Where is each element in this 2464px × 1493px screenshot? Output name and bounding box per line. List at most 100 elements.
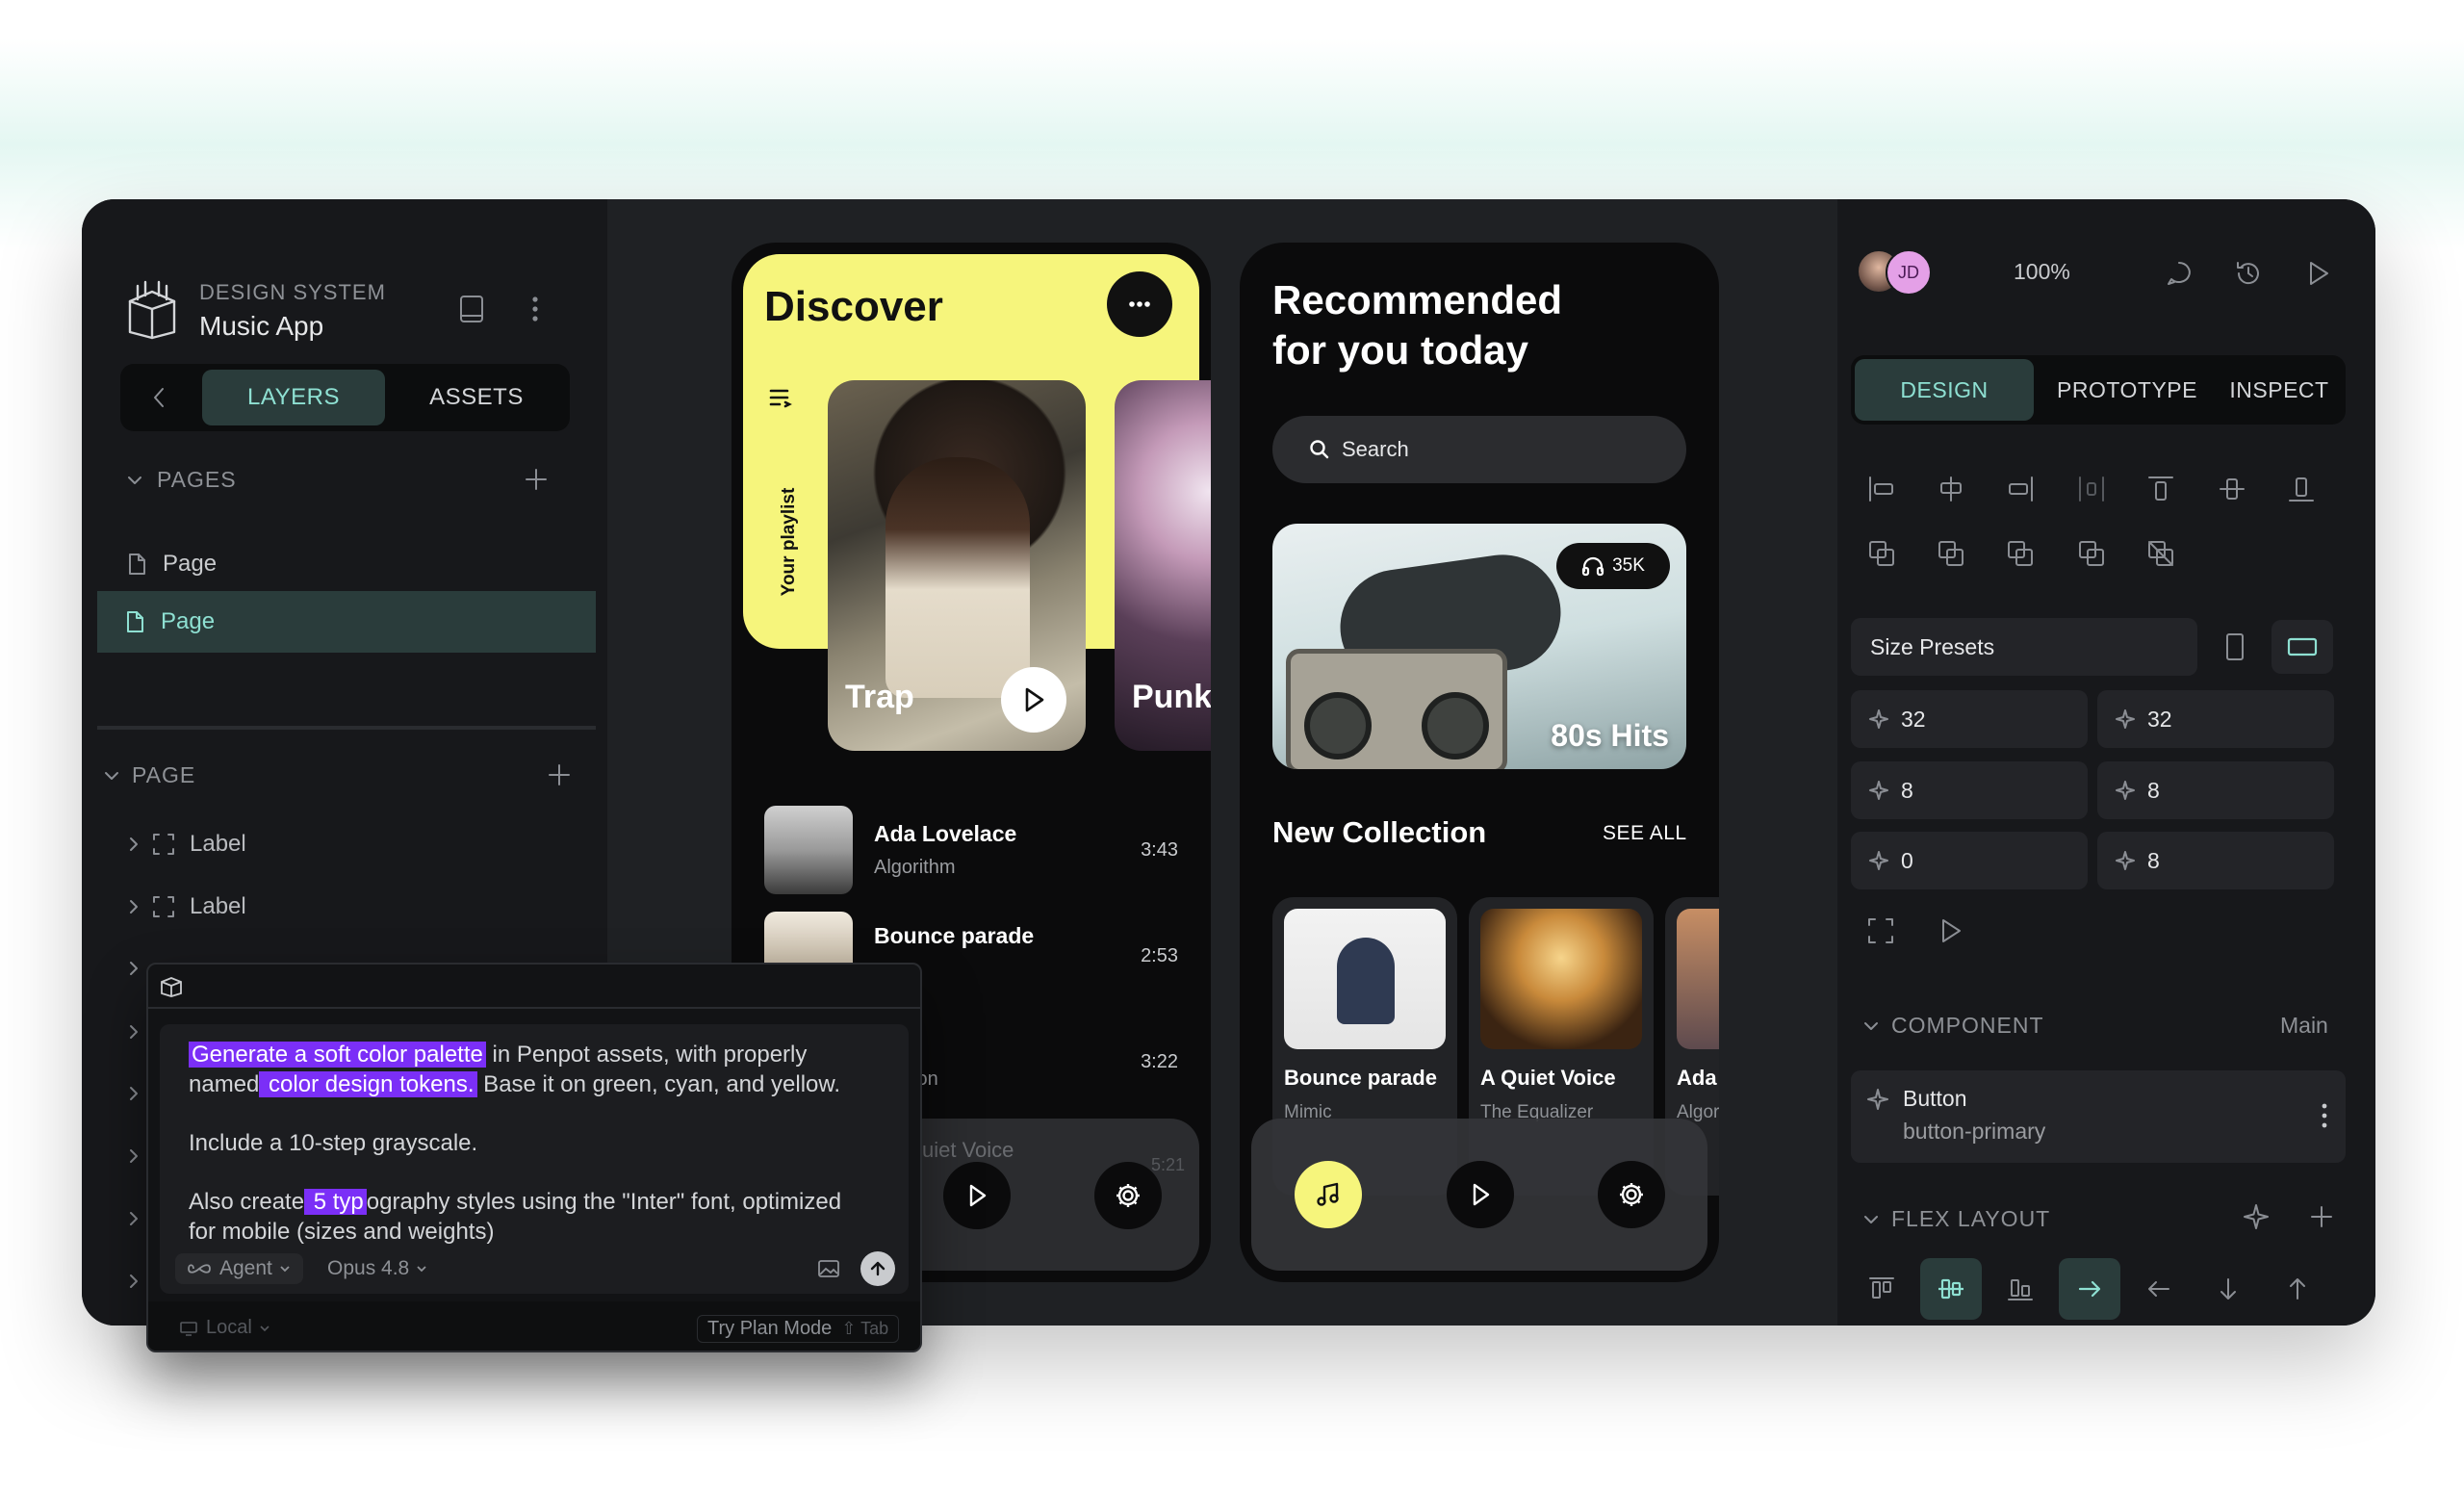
image-attach-icon[interactable] xyxy=(816,1258,841,1279)
page-item-selected[interactable]: Page xyxy=(97,591,596,653)
landscape-orientation-button[interactable] xyxy=(2272,620,2333,674)
song-row[interactable]: Ada Lovelace Algorithm 3:43 xyxy=(764,806,1178,894)
x-field[interactable]: 8 xyxy=(1851,761,2088,819)
flex-layout-header[interactable]: FLEX LAYOUT xyxy=(1862,1206,2050,1232)
play-icon xyxy=(1473,1183,1490,1206)
radius-field[interactable]: 8 xyxy=(2097,832,2334,889)
clip-content-icon[interactable] xyxy=(1866,916,1895,945)
chevron-down-icon xyxy=(1864,1215,1878,1223)
music-note-button[interactable] xyxy=(1295,1161,1362,1228)
align-items-end-icon[interactable] xyxy=(1989,1258,2051,1320)
component-icon xyxy=(1866,1088,1889,1111)
see-all-link[interactable]: SEE ALL xyxy=(1603,822,1687,845)
arrow-up-icon[interactable] xyxy=(2267,1258,2328,1320)
more-vertical-icon[interactable] xyxy=(2321,1101,2328,1130)
play-icon[interactable] xyxy=(2305,259,2332,288)
boolean-union-icon[interactable] xyxy=(1866,538,1897,569)
play-button[interactable] xyxy=(1001,667,1066,733)
chat-text: ography styles using the "Inter" font, o… xyxy=(366,1189,842,1215)
tab-hint: ⇧ Tab xyxy=(841,1319,889,1338)
tab-inspect[interactable]: INSPECT xyxy=(2217,359,2342,421)
component-main-label: Main xyxy=(2280,1013,2328,1038)
chevron-right-icon[interactable] xyxy=(128,1273,140,1290)
tab-layers[interactable]: LAYERS xyxy=(202,370,385,425)
plan-mode-button[interactable]: Try Plan Mode ⇧ Tab xyxy=(697,1315,900,1343)
boolean-exclude-icon[interactable] xyxy=(2076,538,2107,569)
more-options-button[interactable] xyxy=(1107,271,1172,337)
height-field[interactable]: 32 xyxy=(2097,690,2334,748)
boolean-difference-icon[interactable] xyxy=(1936,538,1966,569)
layer-item[interactable]: Label xyxy=(128,893,246,920)
page-item[interactable]: Page xyxy=(124,542,567,586)
arrow-left-icon[interactable] xyxy=(2128,1258,2190,1320)
y-field[interactable]: 8 xyxy=(2097,761,2334,819)
back-chevron-icon[interactable] xyxy=(151,385,167,410)
component-card[interactable]: Button button-primary xyxy=(1851,1070,2346,1163)
direction-row-button[interactable] xyxy=(2059,1258,2120,1320)
hero-80s-hits[interactable]: 35K 80s Hits xyxy=(1272,524,1686,769)
card-title: Trap xyxy=(845,679,914,715)
boombox-speaker xyxy=(1422,692,1489,759)
tab-design[interactable]: DESIGN xyxy=(1855,359,2034,421)
settings-button[interactable] xyxy=(1094,1162,1162,1229)
zoom-level[interactable]: 100% xyxy=(2014,259,2070,285)
book-icon[interactable] xyxy=(457,294,486,324)
avatar-initials[interactable]: JD xyxy=(1886,249,1932,296)
component-header[interactable]: COMPONENT xyxy=(1862,1013,2044,1039)
tab-prototype[interactable]: PROTOTYPE xyxy=(2043,359,2211,421)
align-right-icon[interactable] xyxy=(2005,474,2036,504)
rotation-field[interactable]: 0 xyxy=(1851,832,2088,889)
pages-header[interactable]: PAGES xyxy=(126,467,237,493)
align-items-start-icon[interactable] xyxy=(1851,1258,1912,1320)
play-button[interactable] xyxy=(943,1162,1011,1229)
flatten-icon[interactable] xyxy=(2145,538,2176,569)
align-bottom-icon[interactable] xyxy=(2286,474,2317,504)
page-item-label: Page xyxy=(161,608,216,634)
distribute-horizontal-icon[interactable] xyxy=(2076,474,2107,504)
board-frame-icon xyxy=(153,834,174,855)
arrow-down-icon[interactable] xyxy=(2197,1258,2259,1320)
component-name: Button xyxy=(1903,1086,1967,1111)
settings-button[interactable] xyxy=(1598,1161,1665,1228)
comment-icon[interactable] xyxy=(2165,259,2194,288)
play-button[interactable] xyxy=(1447,1161,1514,1228)
chevron-right-icon[interactable] xyxy=(128,960,140,977)
align-left-icon[interactable] xyxy=(1866,474,1897,504)
model-selector[interactable]: Opus 4.8 xyxy=(327,1257,428,1280)
local-selector[interactable]: Local xyxy=(179,1317,271,1339)
portrait-orientation-icon[interactable] xyxy=(2222,631,2247,662)
align-hcenter-icon[interactable] xyxy=(1936,474,1966,504)
player-bar xyxy=(1251,1119,1707,1271)
tab-assets[interactable]: ASSETS xyxy=(395,370,558,425)
chevron-right-icon[interactable] xyxy=(128,1147,140,1165)
component-path: button-primary xyxy=(1903,1119,2046,1144)
layers-assets-tabs: LAYERS ASSETS xyxy=(120,364,570,431)
play-icon[interactable] xyxy=(1938,916,1964,945)
width-field[interactable]: 32 xyxy=(1851,690,2088,748)
agent-selector[interactable]: Agent xyxy=(175,1253,303,1284)
layer-item-label: Label xyxy=(190,893,246,919)
add-page-plus-icon[interactable] xyxy=(524,467,549,492)
chevron-right-icon[interactable] xyxy=(128,1023,140,1041)
chat-text: Base it on green, cyan, and yellow. xyxy=(476,1071,841,1097)
layer-item[interactable]: Label xyxy=(128,831,246,858)
align-items-center-button[interactable] xyxy=(1920,1258,1982,1320)
align-top-icon[interactable] xyxy=(2145,474,2176,504)
align-vcenter-icon[interactable] xyxy=(2217,474,2247,504)
sparkle-icon[interactable] xyxy=(2242,1202,2271,1231)
search-bar[interactable]: Search xyxy=(1272,416,1686,483)
album-title: A Quiet Voice xyxy=(1480,1066,1616,1090)
chevron-right-icon[interactable] xyxy=(128,1210,140,1227)
size-presets-select[interactable]: Size Presets xyxy=(1851,618,2197,676)
card-trap[interactable]: Trap xyxy=(828,380,1086,751)
chevron-right-icon[interactable] xyxy=(128,1085,140,1102)
page-section-header[interactable]: PAGE xyxy=(103,762,195,788)
add-flex-plus-icon[interactable] xyxy=(2309,1204,2334,1229)
history-icon[interactable] xyxy=(2234,259,2263,288)
card-punk[interactable]: Punk xyxy=(1115,380,1211,751)
chevron-down-icon xyxy=(260,1325,270,1331)
boolean-intersection-icon[interactable] xyxy=(2005,538,2036,569)
more-vertical-icon[interactable] xyxy=(530,294,540,324)
add-layer-plus-icon[interactable] xyxy=(547,762,572,787)
send-button[interactable] xyxy=(860,1251,895,1286)
